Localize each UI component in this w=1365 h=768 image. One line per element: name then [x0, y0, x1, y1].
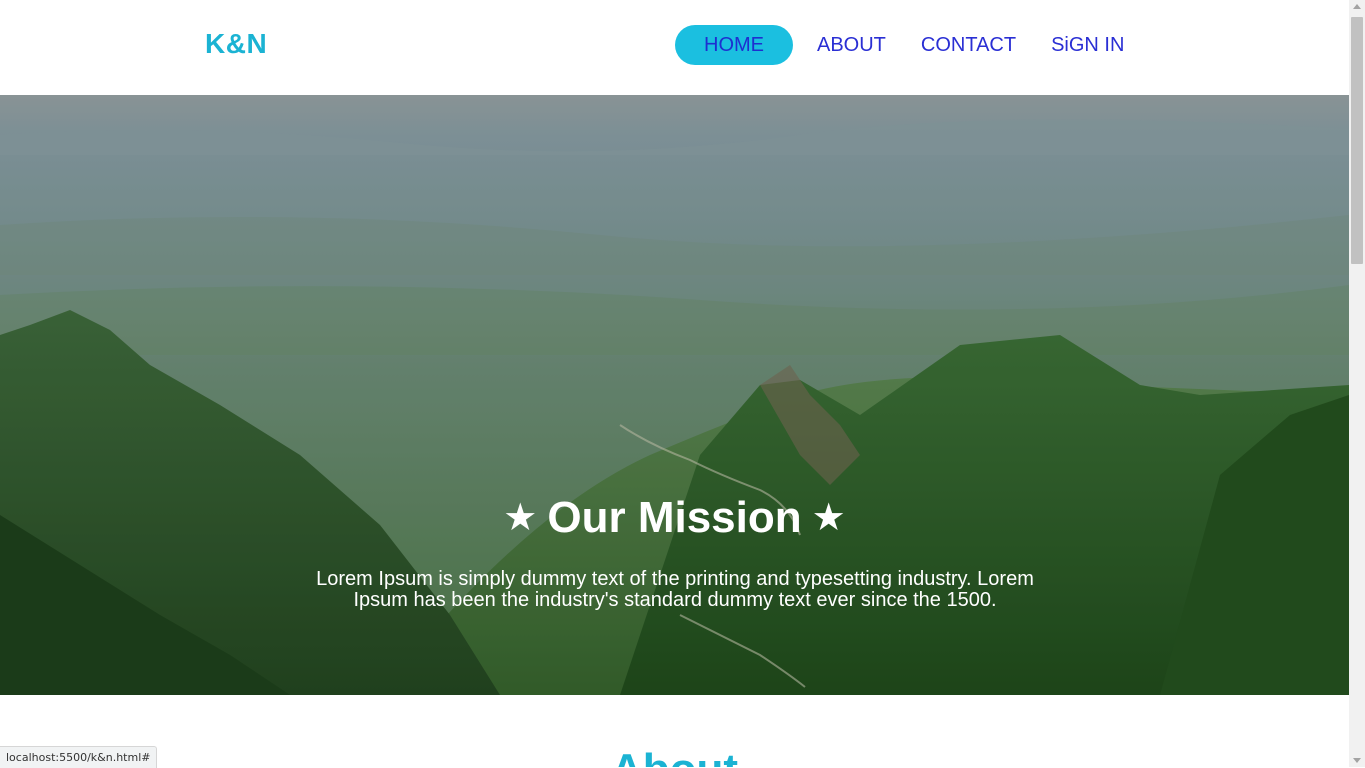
about-heading: About [0, 745, 1349, 767]
nav-about-link[interactable]: ABOUT [817, 25, 886, 65]
mission-heading: ★ Our Mission ★ [0, 493, 1349, 543]
navbar: K&N HOME ABOUT CONTACT SiGN IN [0, 0, 1349, 95]
nav-sign-in-link[interactable]: SiGN IN [1051, 25, 1124, 65]
star-icon-left: ★ [503, 497, 538, 539]
browser-status-bar: localhost:5500/k&n.html# [0, 746, 158, 768]
page: K&N HOME ABOUT CONTACT SiGN IN ★ Our Mis… [0, 0, 1349, 767]
mission-description: Lorem Ipsum is simply dummy text of the … [316, 568, 1034, 611]
scroll-up-arrow-icon[interactable] [1353, 4, 1361, 9]
brand-logo[interactable]: K&N [205, 28, 267, 60]
mission-title: Our Mission [547, 493, 802, 542]
scroll-down-arrow-icon[interactable] [1353, 758, 1361, 763]
scrollbar-thumb[interactable] [1351, 17, 1363, 264]
hero-section: ★ Our Mission ★ Lorem Ipsum is simply dumm… [0, 95, 1349, 695]
nav-contact-link[interactable]: CONTACT [921, 25, 1016, 65]
nav-home-link[interactable]: HOME [675, 25, 793, 65]
star-icon-right: ★ [811, 497, 846, 539]
vertical-scrollbar[interactable] [1349, 0, 1365, 767]
nav-links: HOME ABOUT CONTACT SiGN IN [675, 25, 1124, 65]
